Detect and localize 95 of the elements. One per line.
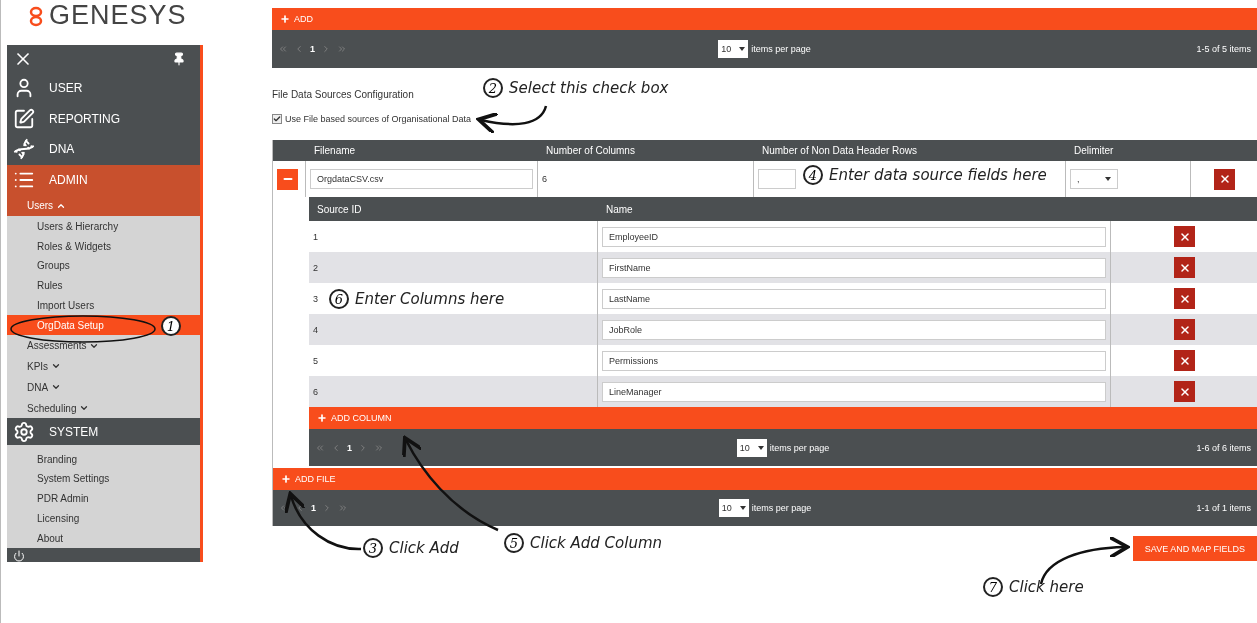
column-header: Number of Columns — [545, 145, 636, 156]
page-number[interactable]: 1 — [347, 442, 352, 453]
nav-group[interactable]: Assessments — [7, 335, 200, 356]
annotation-text: Click Add — [389, 539, 459, 557]
caret-icon — [739, 47, 746, 51]
delete-button[interactable] — [1174, 350, 1195, 371]
section-title: File Data Sources Configuration — [272, 89, 415, 100]
close-icon — [1178, 292, 1191, 305]
step-number: 5 — [504, 533, 524, 553]
nav-group[interactable]: DNA — [7, 376, 200, 398]
nav-link[interactable]: Users & Hierarchy — [7, 216, 200, 237]
nav-group[interactable]: KPIs — [7, 356, 200, 377]
delete-button[interactable] — [1174, 257, 1195, 278]
nav-item[interactable]: ADMIN — [7, 164, 200, 196]
close-icon — [1178, 385, 1191, 398]
pager-summary: 1-5 of 5 items — [1196, 44, 1251, 54]
caret-icon — [1105, 177, 1111, 181]
page-size-select[interactable]: 10 — [718, 499, 749, 517]
pager-summary: 1-1 of 1 items — [1196, 503, 1251, 513]
nav-link[interactable]: System Settings — [7, 468, 200, 489]
next-page-icon[interactable] — [358, 442, 368, 453]
pin-icon[interactable] — [172, 51, 186, 66]
close-icon — [1178, 230, 1191, 243]
nav-link[interactable]: Roles & Widgets — [7, 236, 200, 256]
checkbox[interactable] — [272, 114, 282, 124]
page-number[interactable]: 1 — [310, 44, 315, 54]
delete-button[interactable] — [1174, 319, 1195, 340]
column-header: Delimiter — [1073, 145, 1115, 156]
annotation-text: Enter data source fields here — [829, 166, 1047, 184]
name-field[interactable]: Permissions — [602, 350, 1106, 371]
next-page-icon[interactable] — [321, 44, 331, 54]
close-icon — [1218, 173, 1231, 185]
nav-link[interactable]: Import Users — [7, 295, 200, 316]
annotation-text: Click Add Column — [530, 534, 663, 552]
next-page-icon[interactable] — [322, 503, 332, 513]
items-per-page-label: items per page — [751, 44, 811, 54]
pager-summary: 1-6 of 6 items — [1196, 442, 1251, 453]
annotation-text: Select this check box — [509, 79, 669, 97]
logo-icon — [29, 6, 43, 28]
close-icon — [1178, 323, 1191, 336]
delete-button[interactable] — [1174, 226, 1195, 247]
filename-field[interactable]: OrgdataCSV.csv — [310, 169, 533, 189]
nav-group[interactable]: Scheduling — [7, 397, 200, 419]
nav-link[interactable]: Groups — [7, 255, 200, 276]
name-field[interactable]: LineManager — [602, 381, 1106, 402]
nav-group[interactable]: Users — [7, 195, 200, 217]
step-number: 3 — [363, 538, 383, 558]
page-size-select[interactable]: 10 — [736, 438, 767, 457]
nav-link[interactable]: About — [7, 528, 200, 549]
nav-item[interactable]: DNA — [7, 134, 200, 165]
items-per-page-label: items per page — [751, 503, 812, 513]
plus-icon — [281, 474, 291, 484]
power-icon — [13, 550, 25, 562]
plus-icon — [280, 14, 290, 24]
annotation-text: Enter Columns here — [355, 290, 505, 308]
delete-button[interactable] — [1174, 288, 1195, 309]
column-header: Source ID — [316, 203, 363, 215]
chevron-down-icon — [79, 403, 90, 413]
plus-icon — [317, 413, 327, 423]
name-field[interactable]: EmployeeID — [602, 226, 1106, 247]
nav-link[interactable]: Rules — [7, 275, 200, 296]
nav-item[interactable]: SYSTEM — [7, 418, 200, 446]
nav-item[interactable]: USER — [7, 72, 200, 104]
step-number: 7 — [983, 577, 1003, 597]
checkbox-label: Use File based sources of Organisational Data — [285, 114, 472, 124]
caret-icon — [739, 506, 746, 510]
dna-icon — [13, 138, 35, 161]
name-field[interactable]: LastName — [602, 288, 1106, 309]
annotation-text: Click here — [1009, 578, 1084, 596]
previous-page-icon[interactable] — [331, 442, 341, 453]
items-per-page-label: items per page — [769, 442, 830, 453]
delete-button[interactable] — [1214, 168, 1235, 190]
close-icon — [1178, 354, 1191, 367]
nav-link[interactable]: Licensing — [7, 508, 200, 529]
page-size-select[interactable]: 10 — [718, 40, 749, 58]
header-rows-field[interactable] — [758, 169, 796, 189]
previous-page-icon[interactable] — [295, 503, 305, 513]
logo-text: GENESYS — [49, 0, 187, 31]
nav-link[interactable]: PDR Admin — [7, 488, 200, 509]
previous-page-icon[interactable] — [294, 44, 304, 54]
delimiter-select[interactable]: , — [1070, 169, 1118, 189]
nav-link[interactable]: Branding — [7, 449, 200, 469]
name-field[interactable]: JobRole — [602, 319, 1106, 340]
delete-button[interactable] — [1174, 381, 1195, 402]
column-header: Filename — [313, 145, 357, 156]
edit-icon — [13, 107, 35, 130]
page-number[interactable]: 1 — [311, 503, 316, 513]
step-number: 2 — [483, 78, 503, 98]
collapse-button[interactable] — [277, 168, 298, 190]
close-icon — [1178, 261, 1191, 274]
name-field[interactable]: FirstName — [602, 257, 1106, 278]
caret-icon — [757, 445, 764, 450]
column-header: Name — [605, 203, 634, 215]
nav-item[interactable]: REPORTING — [7, 103, 200, 135]
column-header: Number of Non Data Header Rows — [761, 145, 919, 156]
